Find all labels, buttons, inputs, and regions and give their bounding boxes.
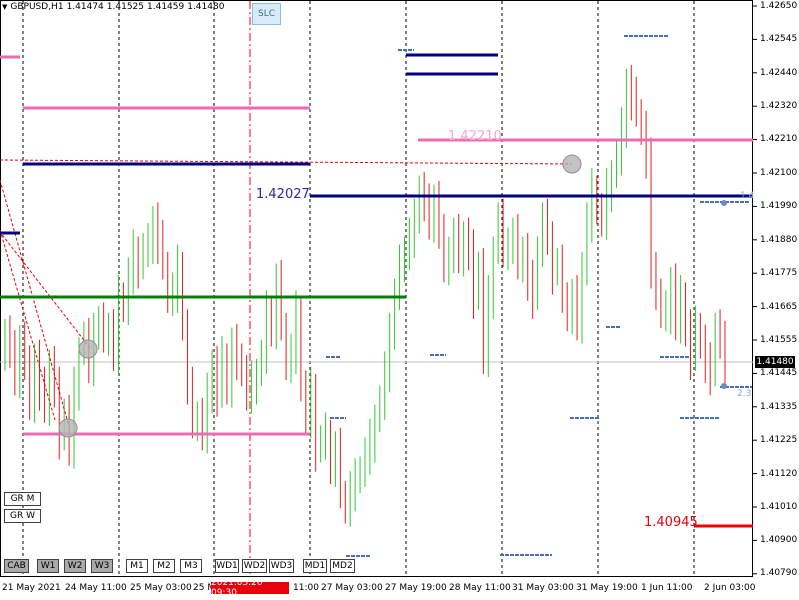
time-label: 27 May 03:00 xyxy=(321,583,383,593)
red-level-label: 1.40945 xyxy=(644,515,698,530)
price-tick-label: 1.42545 xyxy=(760,34,798,44)
tf-button-cab[interactable]: CAB xyxy=(4,559,29,573)
price-tick-label: 1.41665 xyxy=(760,302,798,312)
price-tick-label: 1.42650 xyxy=(760,1,798,11)
signal-marker xyxy=(562,154,582,174)
tf-button-m3[interactable]: M3 xyxy=(180,559,202,573)
tf-button-w2[interactable]: W2 xyxy=(64,559,86,573)
level-dot-marker xyxy=(721,383,727,389)
current-price-label: 1.41480 xyxy=(755,356,795,368)
price-tick-label: 1.41120 xyxy=(760,469,798,479)
group-month-button[interactable]: GR M xyxy=(4,492,41,506)
tf-button-m1[interactable]: M1 xyxy=(126,559,148,573)
trend-line xyxy=(0,231,91,349)
time-label: 21 May 2021 xyxy=(2,583,61,593)
time-label: 11:00 xyxy=(293,583,319,593)
navy-level-label: 1.42027 xyxy=(256,187,310,202)
price-tick-label: 1.41775 xyxy=(760,268,798,278)
level-note-label: 1.4 xyxy=(740,191,755,201)
price-tick-label: 1.41880 xyxy=(760,235,798,245)
time-label: 28 May 11:00 xyxy=(449,583,511,593)
high-value: 1.41525 xyxy=(106,2,144,12)
plot-frame xyxy=(0,0,753,577)
tf-button-md2[interactable]: MD2 xyxy=(330,559,355,573)
trend-line xyxy=(0,229,56,421)
collapse-arrow-icon[interactable]: ▼ xyxy=(2,3,7,11)
price-tick-label: 1.41225 xyxy=(760,435,798,445)
signal-marker xyxy=(58,418,78,438)
price-tick-label: 1.40900 xyxy=(760,535,798,545)
time-label: 31 May 19:00 xyxy=(576,583,638,593)
open-value: 1.41474 xyxy=(66,2,104,12)
tf-button-wd1[interactable]: WD1 xyxy=(215,559,239,573)
chart-canvas[interactable] xyxy=(0,0,799,600)
low-value: 1.41459 xyxy=(147,2,185,12)
price-tick-label: 1.41555 xyxy=(760,335,798,345)
group-week-button[interactable]: GR W xyxy=(4,509,41,523)
crosshair-time-label: 2021.05.26 09:30 xyxy=(211,578,289,598)
price-tick-label: 1.42100 xyxy=(760,168,798,178)
tf-button-wd2[interactable]: WD2 xyxy=(242,559,267,573)
time-label: 25 May 03:00 xyxy=(130,583,192,593)
slc-button[interactable]: SLC xyxy=(252,3,281,25)
price-tick-label: 1.42320 xyxy=(760,101,798,111)
chart-window[interactable]: ▼ GBPUSD,H1 1.41474 1.41525 1.41459 1.41… xyxy=(0,0,799,600)
symbol-title: ▼ GBPUSD,H1 1.41474 1.41525 1.41459 1.41… xyxy=(2,2,224,12)
price-tick-label: 1.41335 xyxy=(760,402,798,412)
price-tick-label: 1.41990 xyxy=(760,201,798,211)
tf-button-wd3[interactable]: WD3 xyxy=(269,559,294,573)
time-label: 1 Jun 11:00 xyxy=(641,583,693,593)
close-value: 1.41480 xyxy=(187,2,225,12)
tf-button-md1[interactable]: MD1 xyxy=(303,559,327,573)
level-dot-marker xyxy=(721,200,727,206)
time-label: 31 May 03:00 xyxy=(512,583,574,593)
price-tick-label: 1.41445 xyxy=(760,368,798,378)
symbol-label: GBPUSD,H1 xyxy=(10,2,64,12)
time-label: 2 Jun 03:00 xyxy=(704,583,756,593)
tf-button-w3[interactable]: W3 xyxy=(91,559,113,573)
signal-marker xyxy=(78,339,98,359)
tf-button-w1[interactable]: W1 xyxy=(37,559,59,573)
level-note-label: 2.3 xyxy=(737,389,752,399)
time-label: 27 May 19:00 xyxy=(385,583,447,593)
time-label: 24 May 11:00 xyxy=(65,583,127,593)
price-tick-label: 1.41010 xyxy=(760,502,798,512)
price-tick-label: 1.42440 xyxy=(760,68,798,78)
pink-level-label: 1.42210 xyxy=(448,129,502,144)
tf-button-m2[interactable]: M2 xyxy=(153,559,175,573)
price-tick-label: 1.40790 xyxy=(760,568,798,578)
price-tick-label: 1.42210 xyxy=(760,134,798,144)
